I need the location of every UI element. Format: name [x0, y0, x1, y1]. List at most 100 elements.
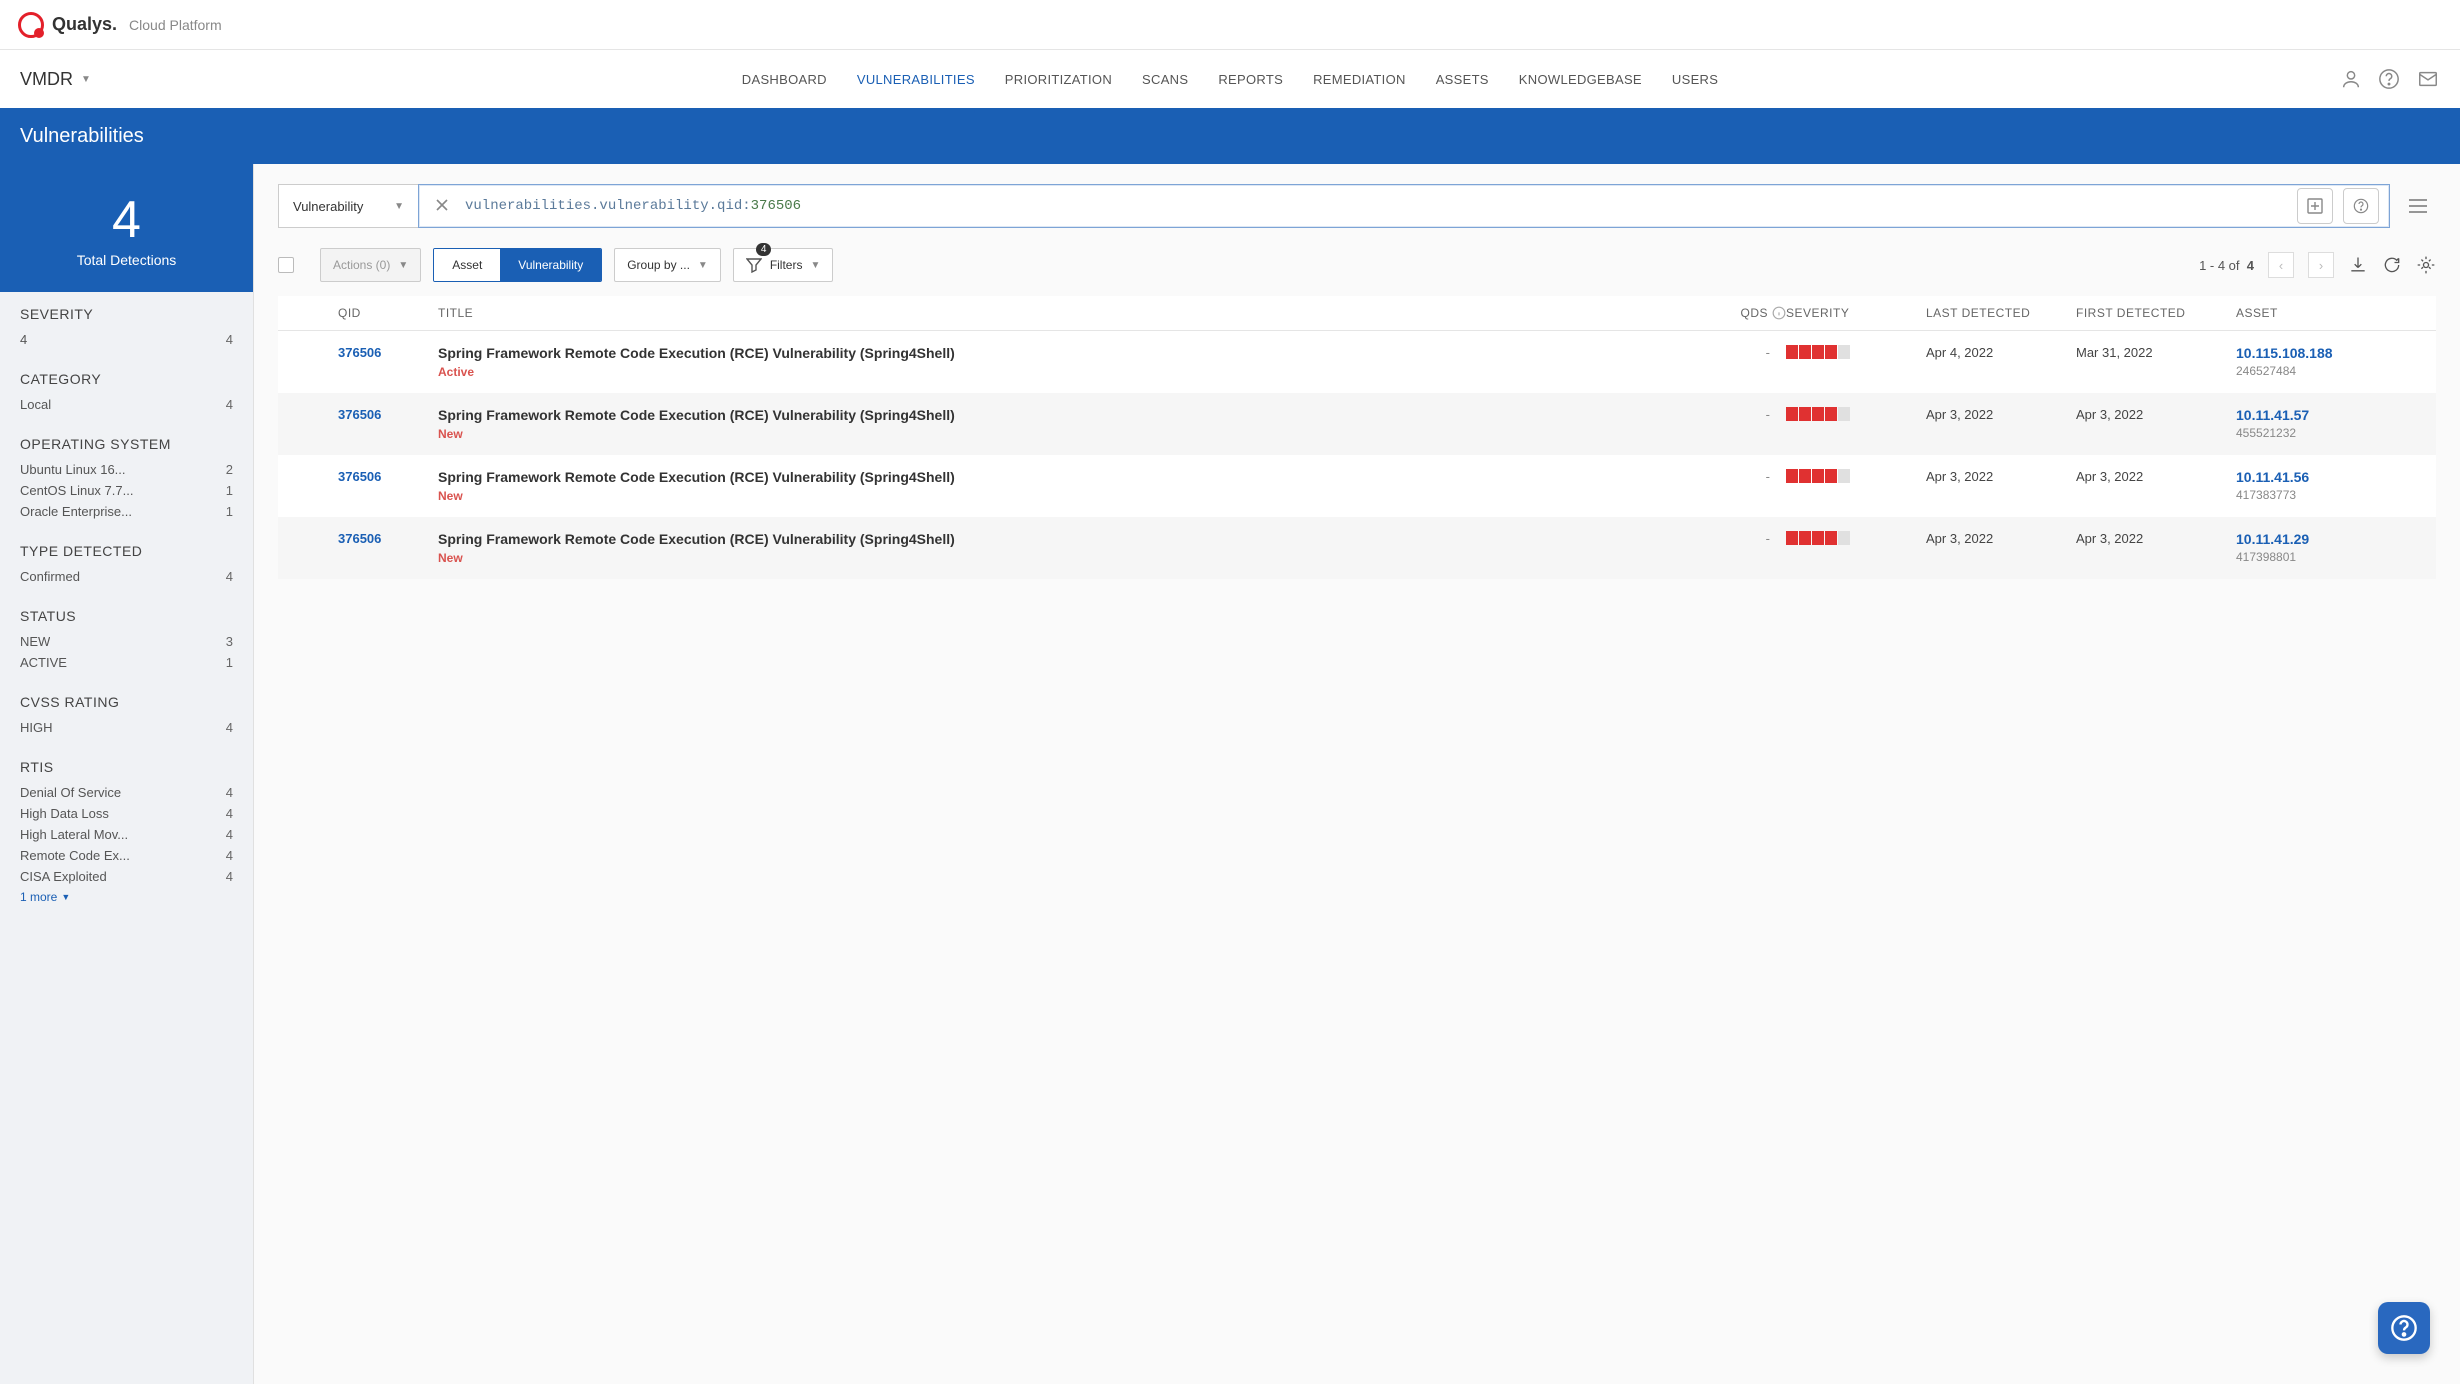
search-val: 376506	[751, 198, 801, 214]
content: Vulnerability ▼ vulnerabilities.vulnerab…	[254, 164, 2460, 1384]
actions-button[interactable]: Actions (0) ▼	[320, 248, 421, 282]
header-icons	[2340, 68, 2440, 90]
table-row[interactable]: 376506 Spring Framework Remote Code Execu…	[278, 517, 2436, 579]
mail-icon[interactable]	[2416, 68, 2440, 90]
filters-label: Filters	[770, 258, 803, 272]
user-icon[interactable]	[2340, 68, 2362, 90]
col-severity[interactable]: SEVERITY	[1786, 306, 1926, 320]
page-title-bar: Vulnerabilities	[0, 108, 2460, 164]
qid-link[interactable]: 376506	[338, 407, 381, 422]
page-title: Vulnerabilities	[20, 125, 144, 148]
floating-help-button[interactable]	[2378, 1302, 2430, 1354]
results-table: QID TITLE QDS SEVERITY LAST DETECTED FIR…	[254, 296, 2460, 579]
qid-link[interactable]: 376506	[338, 469, 381, 484]
group-by-button[interactable]: Group by ... ▼	[614, 248, 721, 282]
facet-title: SEVERITY	[20, 306, 233, 322]
search-type-select[interactable]: Vulnerability ▼	[278, 184, 418, 228]
settings-icon[interactable]	[2416, 255, 2436, 275]
nav-tab-remediation[interactable]: REMEDIATION	[1313, 64, 1406, 95]
vuln-title: Spring Framework Remote Code Execution (…	[438, 345, 1676, 361]
nav-tab-reports[interactable]: REPORTS	[1218, 64, 1283, 95]
facet-item[interactable]: 44	[20, 332, 233, 347]
facet-item[interactable]: CentOS Linux 7.7...1	[20, 483, 233, 498]
facet-item[interactable]: Local4	[20, 397, 233, 412]
facet-more-link[interactable]: 1 more ▼	[20, 890, 233, 904]
facet-item[interactable]: CISA Exploited4	[20, 869, 233, 884]
select-all-checkbox[interactable]	[278, 257, 294, 273]
facet-item[interactable]: Remote Code Ex...4	[20, 848, 233, 863]
filters-button[interactable]: 4 Filters ▼	[733, 248, 834, 282]
logo[interactable]: Qualys. Cloud Platform	[18, 12, 222, 38]
table-body: 376506 Spring Framework Remote Code Execu…	[278, 331, 2436, 579]
search-key: vulnerabilities.vulnerability.qid:	[465, 198, 751, 214]
severity-bar	[1786, 345, 1926, 359]
save-search-button[interactable]	[2297, 188, 2333, 224]
facet-item[interactable]: High Data Loss4	[20, 806, 233, 821]
col-qid[interactable]: QID	[338, 306, 438, 320]
facet-item[interactable]: HIGH4	[20, 720, 233, 735]
facet-item[interactable]: Denial Of Service4	[20, 785, 233, 800]
severity-bar	[1786, 407, 1926, 421]
facet-title: RTIS	[20, 759, 233, 775]
refresh-icon[interactable]	[2382, 255, 2402, 275]
col-first[interactable]: FIRST DETECTED	[2076, 306, 2236, 320]
nav-tab-vulnerabilities[interactable]: VULNERABILITIES	[857, 64, 975, 113]
last-detected: Apr 3, 2022	[1926, 469, 2076, 484]
module-name: VMDR	[20, 69, 73, 90]
facet-group: CVSS RATINGHIGH4	[20, 694, 233, 735]
table-row[interactable]: 376506Spring Framework Remote Code Execu…	[278, 455, 2436, 517]
nav-tab-users[interactable]: USERS	[1672, 64, 1718, 95]
detections-count: 4	[0, 194, 253, 246]
asset-ip-link[interactable]: 10.11.41.29	[2236, 531, 2426, 547]
facet-item[interactable]: Confirmed4	[20, 569, 233, 584]
severity-bar	[1786, 531, 1926, 545]
search-input[interactable]: vulnerabilities.vulnerability.qid:376506	[418, 184, 2390, 228]
sidebar: 4 Total Detections SEVERITY44CATEGORYLoc…	[0, 164, 254, 1384]
toggle-asset[interactable]: Asset	[434, 249, 500, 281]
status-tag: New	[438, 427, 1676, 441]
facet-group: RTIS Denial Of Service4 High Data Loss4 Hig…	[20, 759, 233, 904]
nav-tab-prioritization[interactable]: PRIORITIZATION	[1005, 64, 1112, 95]
pager-prev-button[interactable]: ‹	[2268, 252, 2294, 278]
download-icon[interactable]	[2348, 255, 2368, 275]
module-selector[interactable]: VMDR ▼	[20, 69, 91, 90]
nav-tab-dashboard[interactable]: DASHBOARD	[742, 64, 827, 95]
menu-button[interactable]	[2400, 188, 2436, 224]
vuln-title: Spring Framework Remote Code Execution (…	[438, 531, 1676, 547]
asset-ip-link[interactable]: 10.11.41.57	[2236, 407, 2426, 423]
table-row[interactable]: 376506 Spring Framework Remote Code Execu…	[278, 331, 2436, 393]
nav-tab-scans[interactable]: SCANS	[1142, 64, 1188, 95]
pager-next-button[interactable]: ›	[2308, 252, 2334, 278]
vuln-title: Spring Framework Remote Code Execution (…	[438, 407, 1676, 423]
col-qds[interactable]: QDS	[1676, 306, 1786, 320]
nav-tab-knowledgebase[interactable]: KNOWLEDGEBASE	[1519, 64, 1642, 95]
asset-ip-link[interactable]: 10.11.41.56	[2236, 469, 2426, 485]
last-detected: Apr 4, 2022	[1926, 345, 2076, 360]
col-asset[interactable]: ASSET	[2236, 306, 2426, 320]
col-last[interactable]: LAST DETECTED	[1926, 306, 2076, 320]
asset-ip-link[interactable]: 10.115.108.188	[2236, 345, 2426, 361]
facets: SEVERITY44CATEGORYLocal4OPERATING SYSTEM…	[0, 292, 253, 942]
table-row[interactable]: 376506 Spring Framework Remote Code Execu…	[278, 393, 2436, 455]
help-icon[interactable]	[2378, 68, 2400, 90]
facet-item[interactable]: Ubuntu Linux 16...2	[20, 462, 233, 477]
qid-link[interactable]: 376506	[338, 345, 381, 360]
info-icon[interactable]	[1772, 306, 1786, 320]
facet-title: CATEGORY	[20, 371, 233, 387]
qid-link[interactable]: 376506	[338, 531, 381, 546]
last-detected: Apr 3, 2022	[1926, 531, 2076, 546]
search-help-button[interactable]	[2343, 188, 2379, 224]
search-query-text: vulnerabilities.vulnerability.qid:376506	[465, 198, 2279, 214]
facet-item[interactable]: Oracle Enterprise...1	[20, 504, 233, 519]
toggle-vulnerability[interactable]: Vulnerability	[500, 249, 601, 281]
facet-item[interactable]: NEW3	[20, 634, 233, 649]
nav-tab-assets[interactable]: ASSETS	[1436, 64, 1489, 95]
status-tag: New	[438, 489, 1676, 503]
clear-search-icon[interactable]	[429, 198, 455, 215]
facet-item[interactable]: ACTIVE1	[20, 655, 233, 670]
facet-item[interactable]: High Lateral Mov...4	[20, 827, 233, 842]
col-title[interactable]: TITLE	[438, 306, 1676, 320]
toolbar-right: 1 - 4 of 4 ‹ ›	[2199, 252, 2436, 278]
asset-id: 455521232	[2236, 426, 2426, 440]
severity-bar	[1786, 469, 1926, 483]
